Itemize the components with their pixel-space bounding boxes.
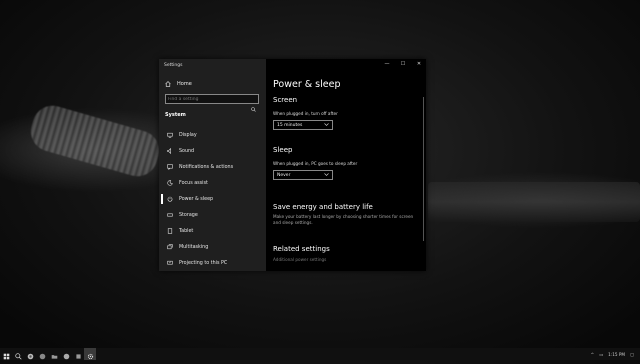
app-icon [39, 345, 46, 364]
save-energy-heading: Save energy and battery life [273, 203, 373, 211]
notification-center-icon[interactable]: ▢ [630, 352, 634, 357]
spotify-icon [63, 345, 70, 364]
sidebar-item-storage[interactable]: Storage [159, 207, 266, 223]
display-icon [167, 132, 173, 138]
sleep-heading: Sleep [273, 146, 293, 154]
settings-content: — ☐ ✕ Power & sleep Screen When plugged … [266, 59, 426, 271]
sidebar-item-label: Display [179, 132, 197, 138]
sidebar-home-label: Home [177, 81, 192, 87]
taskbar-app[interactable] [36, 348, 48, 360]
window-controls: — ☐ ✕ [384, 61, 422, 67]
search-icon [251, 97, 256, 112]
sidebar-item-label: Sound [179, 148, 195, 154]
sidebar-item-label: Storage [179, 212, 198, 218]
sidebar-item-power-sleep[interactable]: Power & sleep [159, 191, 266, 207]
window-title: Settings [164, 63, 183, 68]
minimize-button[interactable]: — [384, 61, 390, 67]
notifications-icon [167, 164, 173, 170]
storage-icon [167, 212, 173, 218]
sidebar-item-sound[interactable]: Sound [159, 143, 266, 159]
additional-power-settings-link[interactable]: Additional power settings [273, 257, 326, 262]
multitasking-icon [167, 244, 173, 250]
tablet-icon [167, 228, 173, 234]
network-icon[interactable]: ▭ [599, 352, 603, 357]
chevron-up-icon[interactable]: ^ [591, 352, 595, 357]
save-energy-description: Make your battery last longer by choosin… [273, 214, 414, 225]
sidebar-item-display[interactable]: Display [159, 127, 266, 143]
sidebar-item-multitasking[interactable]: Multitasking [159, 239, 266, 255]
taskbar-spotify[interactable] [60, 348, 72, 360]
sidebar-item-focus-assist[interactable]: Focus assist [159, 175, 266, 191]
chevron-down-icon [324, 172, 329, 179]
windows-logo-icon [3, 345, 10, 364]
sleep-timeout-dropdown[interactable]: Never [273, 170, 333, 180]
sidebar-item-label: Focus assist [179, 180, 208, 186]
wallpaper-decoration [26, 100, 164, 182]
sidebar-item-label: Projecting to this PC [179, 260, 228, 266]
screen-timeout-dropdown[interactable]: 15 minutes [273, 120, 333, 130]
search-input[interactable] [168, 96, 248, 102]
section-label-system: System [165, 112, 186, 118]
sidebar-item-notifications[interactable]: Notifications & actions [159, 159, 266, 175]
clock[interactable]: 1:15 PM [608, 352, 625, 357]
sidebar-item-label: Notifications & actions [179, 164, 234, 170]
maximize-button[interactable]: ☐ [400, 61, 406, 67]
content-scrollbar[interactable] [422, 97, 424, 241]
close-button[interactable]: ✕ [416, 61, 422, 67]
taskbar-chrome[interactable] [24, 348, 36, 360]
focus-assist-icon [167, 180, 173, 186]
screen-heading: Screen [273, 96, 298, 104]
screen-timeout-label: When plugged in, turn off after [273, 111, 338, 116]
home-icon [165, 81, 171, 87]
sidebar-item-label: Tablet [179, 228, 194, 234]
sound-icon [167, 148, 173, 154]
taskbar: ^ ▭ 1:15 PM ▢ [0, 348, 640, 360]
settings-sidebar: Settings Home System Display Sound [159, 59, 266, 271]
sidebar-home[interactable]: Home [165, 81, 192, 87]
gear-icon [87, 345, 94, 364]
taskbar-search-button[interactable] [12, 348, 24, 360]
page-title: Power & sleep [273, 79, 341, 90]
sidebar-item-projecting[interactable]: Projecting to this PC [159, 255, 266, 271]
screen-timeout-value: 15 minutes [277, 122, 303, 128]
search-icon [14, 345, 22, 364]
search-box[interactable] [165, 94, 259, 112]
projecting-icon [167, 260, 173, 266]
sidebar-item-label: Power & sleep [179, 196, 214, 202]
taskbar-app[interactable] [72, 348, 84, 360]
chevron-down-icon [324, 122, 329, 129]
settings-window: Settings Home System Display Sound [159, 59, 426, 271]
start-button[interactable] [0, 348, 12, 360]
sidebar-item-label: Multitasking [179, 244, 209, 250]
sidebar-nav: Display Sound Notifications & actions Fo… [159, 127, 266, 271]
sleep-timeout-label: When plugged in, PC goes to sleep after [273, 161, 358, 166]
sleep-timeout-value: Never [277, 172, 291, 178]
app-icon [75, 345, 82, 364]
related-settings-heading: Related settings [273, 245, 330, 253]
power-icon [167, 196, 173, 202]
system-tray: ^ ▭ 1:15 PM ▢ [591, 348, 634, 360]
sidebar-item-tablet[interactable]: Tablet [159, 223, 266, 239]
taskbar-explorer[interactable] [48, 348, 60, 360]
chrome-icon [27, 345, 34, 364]
wallpaper-decoration [428, 182, 640, 222]
taskbar-settings[interactable] [84, 348, 96, 360]
folder-icon [51, 345, 58, 364]
